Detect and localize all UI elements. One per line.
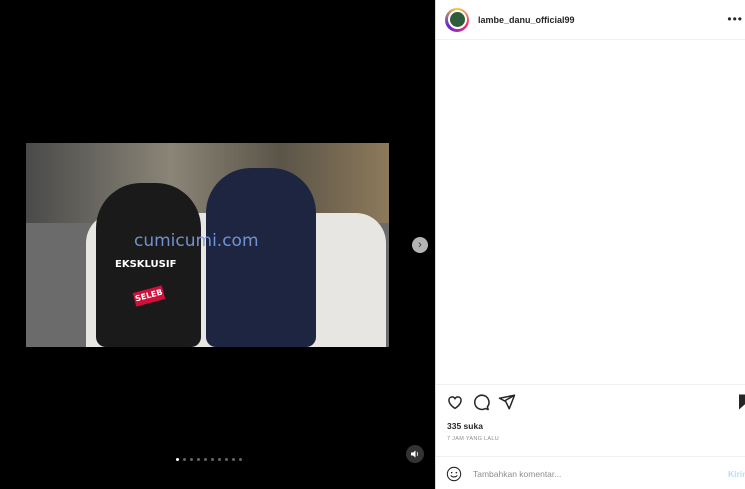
speaker-icon [411, 450, 418, 458]
carousel-indicator [176, 458, 242, 461]
post-video[interactable]: cumicumi.com EKSKLUSIF SELEB [26, 143, 389, 347]
emoji-icon[interactable] [446, 466, 462, 482]
avatar[interactable] [445, 7, 469, 32]
action-bar [436, 384, 745, 420]
carousel-dot [204, 458, 207, 461]
carousel-dot [218, 458, 221, 461]
carousel-dot [211, 458, 214, 461]
comment-icon[interactable] [472, 393, 490, 411]
post-timestamp: 7 JAM YANG LALU [447, 436, 499, 442]
carousel-dot [183, 458, 186, 461]
comments-area [436, 40, 745, 384]
next-slide-button[interactable]: › [412, 237, 428, 253]
username-link[interactable]: lambe_danu_official99 [478, 15, 575, 25]
chevron-right-icon: › [418, 239, 422, 251]
carousel-dot [239, 458, 242, 461]
heart-icon[interactable] [446, 393, 464, 411]
more-horizontal-icon: ••• [727, 12, 743, 26]
likes-count[interactable]: 335 suka [447, 421, 483, 431]
video-watermark: cumicumi.com [134, 231, 259, 251]
comment-input[interactable] [473, 466, 713, 482]
video-overlay-label: EKSKLUSIF [115, 259, 177, 270]
bookmark-icon[interactable] [736, 393, 745, 411]
carousel-dot [225, 458, 228, 461]
carousel-dot [197, 458, 200, 461]
more-options-button[interactable]: ••• [727, 12, 743, 26]
post-header: lambe_danu_official99 ••• [436, 0, 745, 40]
comment-form: Kirim [436, 456, 745, 489]
carousel-dot [176, 458, 179, 461]
video-person-right [206, 168, 316, 347]
post-comment-button[interactable]: Kirim [728, 469, 745, 479]
carousel-dot [232, 458, 235, 461]
post-panel: lambe_danu_official99 ••• 335 suka 7 JAM… [435, 0, 745, 489]
share-icon[interactable] [498, 393, 516, 411]
audio-toggle-button[interactable] [406, 445, 424, 463]
media-viewer: cumicumi.com EKSKLUSIF SELEB › [0, 0, 435, 489]
carousel-dot [190, 458, 193, 461]
